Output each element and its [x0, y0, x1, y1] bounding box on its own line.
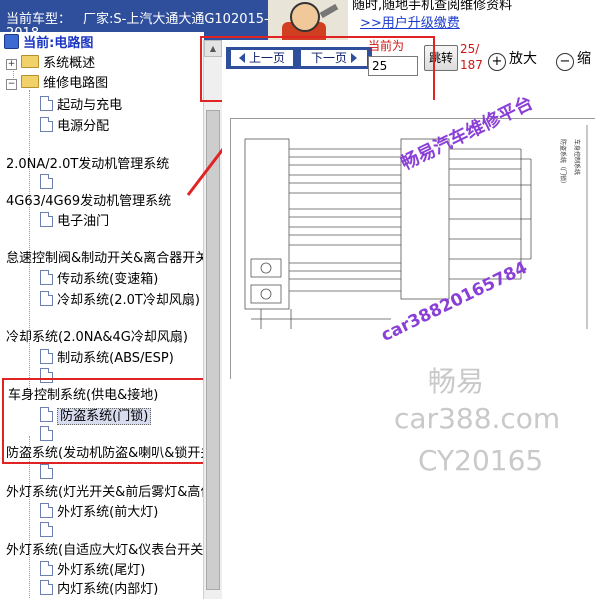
tree-item-label: 怠速控制阀&制动开关&离合器开关: [6, 251, 204, 266]
upgrade-link[interactable]: >>用户升级缴费: [360, 12, 460, 31]
tree-current[interactable]: 当前:电路图: [4, 34, 93, 52]
watermark-gray-3: CY20165: [418, 444, 544, 477]
diagram-side-subtitle: 车身控制系统: [573, 139, 581, 175]
tree-item-label: 电子油门: [57, 214, 110, 229]
tree-item-label: 电源分配: [57, 119, 110, 134]
mechanic-head: [290, 2, 320, 32]
tree-item-power[interactable]: 电源分配: [40, 117, 109, 135]
zoom-in-button[interactable]: + 放大: [488, 48, 537, 71]
tree-item-cooling-na[interactable]: 冷却系统(2.0NA&4G冷却风扇): [6, 329, 188, 347]
doc-icon: [40, 503, 53, 518]
doc-icon: [40, 291, 53, 306]
tree-item-cooling-20t[interactable]: 冷却系统(2.0T冷却风扇): [40, 291, 200, 309]
tree-item-brake[interactable]: 制动系统(ABS/ESP): [40, 349, 174, 367]
tree-current-label: 当前:电路图: [23, 36, 94, 51]
zoom-in-label: 放大: [509, 51, 537, 67]
zoom-out-label: 缩: [577, 51, 591, 67]
tree-item-label: 冷却系统(2.0T冷却风扇): [57, 293, 200, 308]
tree-item-engine-20[interactable]: 2.0NA/2.0T发动机管理系统: [6, 156, 169, 174]
diagram-viewer[interactable]: 防盗系统（门锁） 车身控制系统 畅易汽车维修平台 car3882016578​4…: [222, 92, 596, 599]
doc-icon: [40, 117, 53, 132]
tree-item-interior[interactable]: 内灯系统(内部灯): [40, 580, 158, 598]
tree-item-doc[interactable]: [40, 174, 53, 192]
tree-item-label: 2.0NA/2.0T发动机管理系统: [6, 157, 170, 172]
doc-icon: [40, 212, 53, 227]
ad-mechanic-image: [268, 0, 348, 40]
tree-item-label: 外灯系统(前大灯): [57, 505, 159, 520]
book-icon: [4, 34, 19, 49]
tree-item-start-charge[interactable]: 起动与充电: [40, 96, 122, 114]
tree-item-label: 传动系统(变速箱): [57, 272, 159, 287]
expand-icon[interactable]: +: [6, 59, 17, 70]
tree-item-adaptive[interactable]: 外灯系统(自适应大灯&仪表台开关): [6, 542, 204, 560]
tree-item-exterior-lights[interactable]: 外灯系统(灯光开关&前后雾灯&高位制动灯): [6, 484, 204, 502]
folder-icon: [21, 55, 39, 68]
zoom-out-button[interactable]: − 缩: [556, 48, 591, 71]
tree-pane: 当前:电路图 + 系统概述 − 维修电路图 起动与充电 电源分配 2.0NA/2…: [0, 32, 204, 599]
tree-item-transmission[interactable]: 传动系统(变速箱): [40, 270, 158, 288]
tree-item-engine-4g[interactable]: 4G63/4G69发动机管理系统: [6, 193, 171, 211]
tree-item-label: 起动与充电: [57, 98, 123, 113]
doc-icon: [40, 174, 53, 189]
doc-icon: [40, 270, 53, 285]
wrench-icon: [319, 3, 339, 19]
doc-icon: [40, 349, 53, 364]
tree-item-doc[interactable]: [40, 522, 53, 540]
doc-icon: [40, 96, 53, 111]
doc-icon: [40, 522, 53, 537]
tree-item-throttle[interactable]: 电子油门: [40, 212, 109, 230]
model-prefix: 当前车型：: [6, 12, 72, 27]
tree-item-doc[interactable]: [40, 464, 53, 482]
diagram-side-title: 防盗系统（门锁）: [559, 139, 567, 187]
tree-item-overview[interactable]: + 系统概述: [6, 55, 95, 73]
ad-banner: 随时,随地手机查阅维修资料 >>用户升级缴费: [348, 0, 596, 40]
tree-item-label: 外灯系统(自适应大灯&仪表台开关): [6, 543, 204, 558]
tree-item-label: 内灯系统(内部灯): [57, 582, 159, 597]
tree-item-wiring[interactable]: − 维修电路图: [6, 75, 108, 93]
tree-item-label: 冷却系统(2.0NA&4G冷却风扇): [6, 330, 188, 345]
zoom-in-icon: +: [488, 53, 506, 71]
tree-item-label: 维修电路图: [43, 76, 109, 91]
tree-item-label: 制动系统(ABS/ESP): [57, 351, 174, 366]
current-model-line: 当前车型： 厂家:S-上汽大通大通G102015-: [6, 8, 268, 27]
collapse-icon[interactable]: −: [6, 79, 17, 90]
tree-item-tail[interactable]: 外灯系统(尾灯): [40, 561, 145, 579]
tree-item-label: 4G63/4G69发动机管理系统: [6, 194, 172, 209]
tree-item-label: 外灯系统(尾灯): [57, 563, 146, 578]
page-current: 25/: [460, 42, 480, 56]
page-total: 187: [460, 58, 483, 72]
watermark-gray-2: car388.com: [394, 402, 561, 435]
highlight-box-tree: [2, 378, 212, 464]
model-name: 厂家:S-上汽大通大通G102015-: [83, 12, 268, 27]
highlight-box-toolbar: [200, 36, 435, 102]
tree-item-label: 外灯系统(灯光开关&前后雾灯&高位制动灯): [6, 485, 204, 500]
tree-item-label: 系统概述: [43, 56, 96, 71]
watermark-gray-1: 畅易: [428, 365, 485, 398]
doc-icon: [40, 580, 53, 595]
doc-icon: [40, 561, 53, 576]
doc-icon: [40, 464, 53, 479]
tree-item-idle[interactable]: 怠速控制阀&制动开关&离合器开关: [6, 250, 204, 268]
zoom-out-icon: −: [556, 53, 574, 71]
folder-open-icon: [21, 75, 39, 88]
tree-item-headlamp[interactable]: 外灯系统(前大灯): [40, 503, 158, 521]
